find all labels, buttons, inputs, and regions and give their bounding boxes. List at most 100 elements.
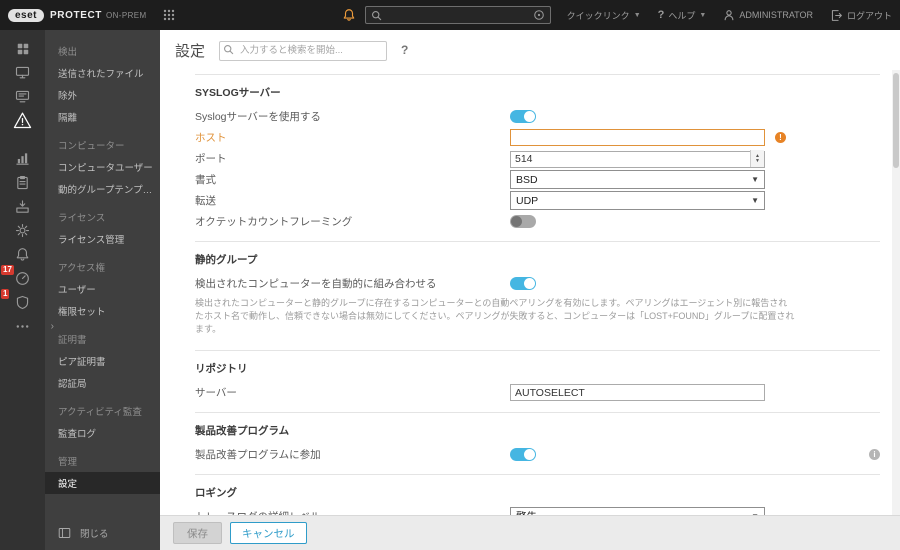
toggle-knob <box>511 216 522 227</box>
sidebar-item[interactable]: 隔離 <box>45 106 160 128</box>
sidebar: 検出送信されたファイル 除外 隔離コンピューターコンピュータユーザー 動的グループテン… <box>45 30 160 550</box>
sidebar-group-header: 証明書 <box>58 335 87 346</box>
sidebar-item[interactable]: 送信されたファイル <box>45 62 160 84</box>
security-icon[interactable]: 1 <box>0 289 45 314</box>
dashboard-icon[interactable] <box>0 37 45 60</box>
syslog-transport-select[interactable]: UDP ▼ <box>510 191 765 210</box>
icon-rail: 17 1 › <box>0 30 54 550</box>
page-help-icon[interactable]: ? <box>401 43 408 57</box>
use-syslog-server-toggle[interactable] <box>510 110 536 123</box>
collapse-label: 閉じる <box>80 529 109 540</box>
sidebar-item[interactable]: ライセンス管理 <box>45 228 160 250</box>
help-label: ヘルプ <box>668 10 696 21</box>
sidebar-group-header: コンピューター <box>58 141 125 152</box>
toggle-knob <box>524 111 535 122</box>
setting-control <box>510 215 765 228</box>
apps-grid-icon[interactable] <box>163 9 175 21</box>
sidebar-item[interactable]: ユーザー <box>45 278 160 300</box>
settings-search-input[interactable] <box>219 40 388 61</box>
setting-row: 書式 BSD ▼ <box>195 169 880 190</box>
settings-content: SYSLOGサーバー Syslogサーバーを使用するホスト! ポート ▲▼ 書式 BSD ▼… <box>160 70 892 515</box>
installers-icon[interactable] <box>0 195 45 218</box>
select-value: BSD <box>516 173 538 186</box>
trace-log-verbosity-select[interactable]: 警告▼ <box>510 507 765 515</box>
scrollbar-thumb[interactable] <box>893 73 899 168</box>
syslog-format-select[interactable]: BSD ▼ <box>510 170 765 189</box>
page-header: 設定 ? <box>160 30 900 70</box>
status-overview-icon[interactable]: 17 <box>0 265 45 290</box>
syslog-host-input[interactable] <box>510 129 765 146</box>
product-edition: ON-PREM <box>106 10 147 20</box>
cancel-button[interactable]: キャンセル <box>230 522 307 544</box>
logout-label: ログアウト <box>846 10 892 21</box>
info-icon[interactable]: i <box>869 449 880 460</box>
select-value: UDP <box>516 194 539 207</box>
computers-icon[interactable] <box>0 61 45 84</box>
policies-icon[interactable] <box>0 219 45 242</box>
global-search[interactable] <box>365 6 551 24</box>
notification-bell-icon[interactable] <box>342 8 356 22</box>
setting-control <box>510 277 765 290</box>
auto-pair-computers-toggle[interactable] <box>510 277 536 290</box>
notifications-icon[interactable] <box>0 243 45 266</box>
sidebar-item[interactable]: 設定 <box>45 472 160 494</box>
help-menu[interactable]: ? ヘルプ ▼ <box>658 9 707 22</box>
setting-control <box>510 129 765 146</box>
scrollbar[interactable] <box>892 70 900 515</box>
detections-icon[interactable] <box>0 109 45 132</box>
sidebar-item[interactable]: 除外 <box>45 84 160 106</box>
section-title: ロギング <box>195 487 237 499</box>
search-scope-icon[interactable] <box>533 9 545 21</box>
setting-label: 書式 <box>195 174 216 186</box>
setting-label: 転送 <box>195 195 216 207</box>
user-icon <box>723 9 735 21</box>
collapse-icon <box>58 527 71 539</box>
setting-description: 検出されたコンピューターと静的グループに存在するコンピューターとの自動ペアリング… <box>195 298 795 334</box>
search-icon <box>223 44 234 55</box>
sidebar-group-header: 検出 <box>58 47 78 58</box>
setting-label: 検出されたコンピューターを自動的に組み合わせる <box>195 278 437 290</box>
remote-screen-icon[interactable] <box>0 85 45 108</box>
setting-row: ポート ▲▼ <box>195 148 880 169</box>
save-button[interactable]: 保存 <box>173 522 222 544</box>
more-icon[interactable]: › <box>0 315 54 338</box>
octet-counting-framing-toggle[interactable] <box>510 215 536 228</box>
chevron-down-icon: ▼ <box>751 196 759 205</box>
tasks-icon[interactable] <box>0 171 45 194</box>
chevron-down-icon: ▼ <box>633 11 641 19</box>
reports-icon[interactable] <box>0 147 45 170</box>
sidebar-group-header: アクセス権 <box>58 263 106 274</box>
quick-links-menu[interactable]: クイックリンク ▼ <box>567 9 641 22</box>
setting-control <box>510 384 765 401</box>
repository-server-input[interactable] <box>510 384 765 401</box>
collapse-sidebar-button[interactable]: 閉じる <box>58 526 109 540</box>
setting-label: ポート <box>195 153 227 165</box>
setting-control <box>510 110 765 123</box>
product-improvement-toggle[interactable] <box>510 448 536 461</box>
syslog-port-input[interactable] <box>510 150 765 168</box>
sidebar-item[interactable]: 認証局 <box>45 372 160 394</box>
setting-control <box>510 448 765 461</box>
sidebar-group-header: 管理 <box>58 457 78 468</box>
page-title: 設定 <box>175 42 206 60</box>
spinner-arrows-icon[interactable]: ▲ ▼ <box>750 150 764 167</box>
logout-icon <box>830 9 843 22</box>
user-menu[interactable]: ADMINISTRATOR <box>723 9 813 21</box>
syslog-port-stepper: ▲▼ <box>510 149 765 168</box>
setting-row: 検出されたコンピューターを自動的に組み合わせる <box>195 273 880 294</box>
notification-badge: 1 <box>1 289 10 299</box>
logout-button[interactable]: ログアウト <box>830 9 892 22</box>
expand-chevron-icon: › <box>50 320 54 332</box>
notification-badge: 17 <box>1 265 14 275</box>
sidebar-item[interactable]: コンピュータユーザー <box>45 156 160 178</box>
sidebar-item[interactable]: 動的グループテンプレート <box>45 178 160 200</box>
sidebar-item[interactable]: ピア証明書 <box>45 350 160 372</box>
sidebar-item[interactable]: 権限セット <box>45 300 160 322</box>
setting-row: 製品改善プログラムに参加 i <box>195 444 880 465</box>
global-search-input[interactable] <box>387 9 528 21</box>
section-title: リポジトリ <box>195 363 248 375</box>
sidebar-group-header: ライセンス <box>58 213 106 224</box>
sidebar-item[interactable]: 監査ログ <box>45 422 160 444</box>
section-title: SYSLOGサーバー <box>195 87 281 99</box>
settings-section: 製品改善プログラム 製品改善プログラムに参加 i <box>195 412 880 474</box>
